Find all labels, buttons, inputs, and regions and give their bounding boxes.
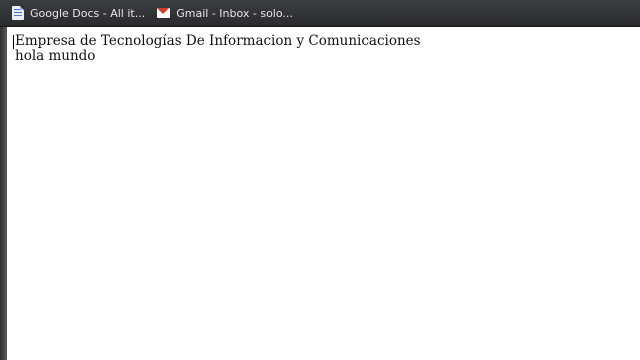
bookmark-google-docs[interactable]: Google Docs - All it... [12, 3, 145, 23]
bookmark-label: Gmail - Inbox - solo... [176, 6, 293, 20]
browser-window: Google Docs - All it... Gmail - Inbox - … [0, 0, 640, 360]
page-text: Empresa de Tecnologías De Informacion y … [15, 34, 421, 64]
text-cursor [13, 35, 14, 49]
window-edge [0, 27, 7, 360]
bookmark-label: Google Docs - All it... [30, 6, 146, 20]
page-content[interactable]: Empresa de Tecnologías De Informacion y … [0, 27, 640, 360]
bookmarks-bar: Google Docs - All it... Gmail - Inbox - … [0, 0, 640, 27]
page-body-text: hola mundo [15, 48, 96, 64]
docs-icon [12, 6, 24, 20]
gmail-icon [157, 8, 171, 18]
bookmark-gmail[interactable]: Gmail - Inbox - solo... [157, 3, 293, 23]
page-heading-text: Empresa de Tecnologías De Informacion y … [15, 33, 421, 49]
